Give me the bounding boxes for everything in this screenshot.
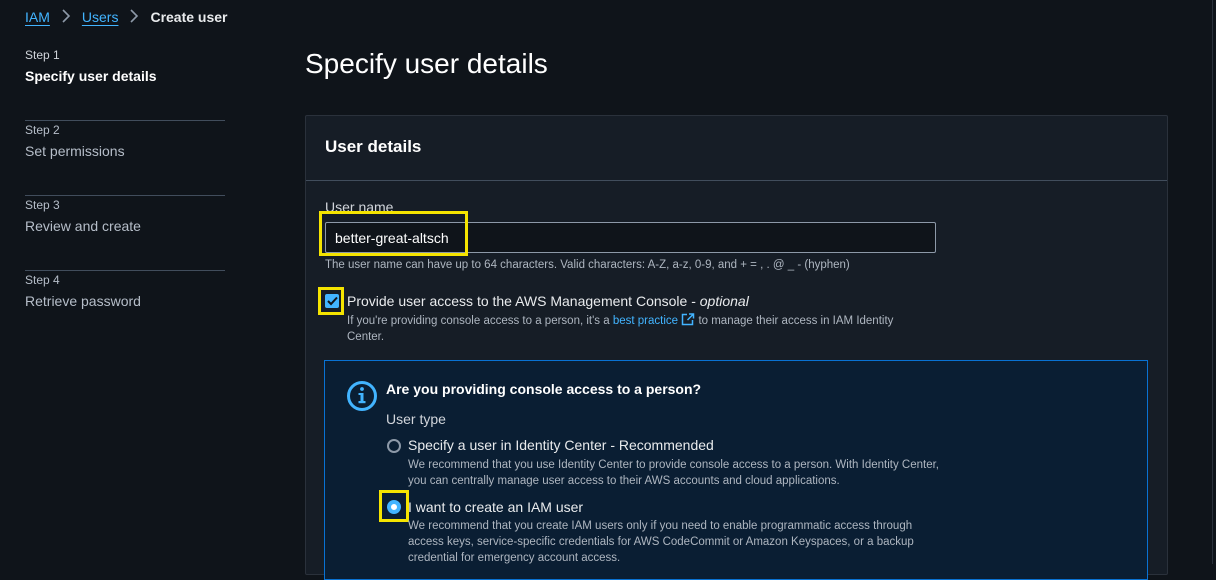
divider	[1212, 0, 1213, 564]
breadcrumb: IAM Users Create user	[25, 8, 228, 26]
highlight-box	[379, 490, 409, 522]
panel-title: User details	[325, 137, 422, 156]
step-number: Step 4	[25, 273, 60, 287]
step-number: Step 2	[25, 123, 60, 137]
breadcrumb-current: Create user	[150, 9, 228, 25]
step-title: Retrieve password	[25, 293, 141, 309]
desc-text: If you're providing console access to a …	[347, 315, 613, 327]
console-access-label-text: Provide user access to the AWS Managemen…	[347, 293, 700, 309]
user-type-label: User type	[386, 411, 446, 427]
page-title: Specify user details	[305, 48, 548, 79]
step-2: Step 2 Set permissions	[25, 121, 225, 196]
identity-center-radio[interactable]	[387, 439, 401, 453]
chevron-right-icon	[58, 8, 74, 26]
console-access-description: If you're providing console access to a …	[347, 313, 907, 345]
panel-header: User details	[306, 116, 1167, 181]
iam-user-option-desc: We recommend that you create IAM users o…	[408, 520, 914, 564]
step-4: Step 4 Retrieve password	[25, 271, 225, 346]
external-link-icon	[682, 313, 695, 326]
chevron-right-icon	[126, 8, 142, 26]
username-hint: The user name can have up to 64 characte…	[325, 259, 850, 271]
highlight-box	[319, 211, 468, 256]
best-practice-link-text: best practice	[612, 315, 679, 327]
step-title: Review and create	[25, 218, 141, 234]
info-icon	[347, 381, 377, 411]
best-practice-link[interactable]: best practice	[612, 313, 695, 327]
step-1: Step 1 Specify user details	[25, 46, 225, 121]
optional-tag: optional	[699, 293, 749, 309]
identity-center-option-label[interactable]: Specify a user in Identity Center - Reco…	[408, 437, 714, 453]
step-number: Step 1	[25, 48, 60, 62]
console-access-label[interactable]: Provide user access to the AWS Managemen…	[347, 293, 749, 309]
step-number: Step 3	[25, 198, 60, 212]
highlight-box	[318, 287, 344, 315]
wizard-steps: Step 1 Specify user details Step 2 Set p…	[25, 46, 225, 346]
breadcrumb-iam-link[interactable]: IAM	[25, 9, 50, 25]
breadcrumb-users-link[interactable]: Users	[82, 9, 119, 25]
step-title: Specify user details	[25, 68, 157, 84]
identity-center-option-desc: We recommend that you use Identity Cente…	[408, 459, 939, 487]
step-3: Step 3 Review and create	[25, 196, 225, 271]
info-title: Are you providing console access to a pe…	[386, 381, 702, 397]
iam-user-option-label[interactable]: I want to create an IAM user	[408, 499, 583, 515]
step-title: Set permissions	[25, 143, 125, 159]
